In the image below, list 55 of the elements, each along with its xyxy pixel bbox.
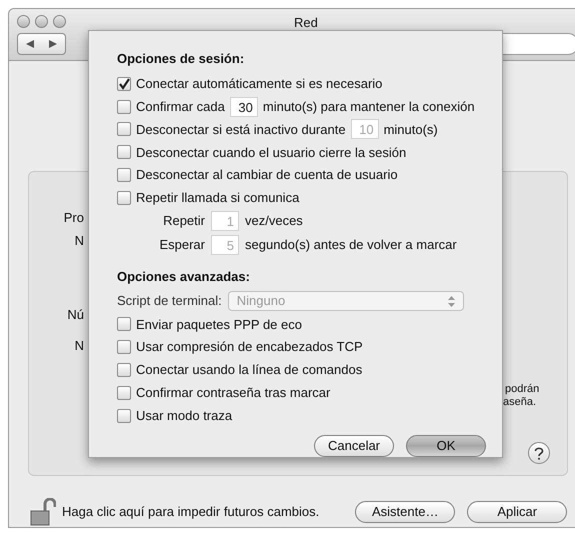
forward-arrow-icon[interactable] — [48, 40, 57, 48]
zoom-button[interactable] — [53, 14, 66, 28]
option-label: Conectar automáticamente si es necesario — [136, 75, 382, 94]
option-label: Enviar paquetes PPP de eco — [136, 316, 302, 334]
window-title: Red — [294, 14, 318, 32]
checkbox[interactable] — [117, 408, 131, 423]
open-lock-icon[interactable] — [30, 498, 56, 526]
partial-label: Nú — [67, 306, 84, 324]
option-label: Desconectar al cambiar de cuenta de usuario — [136, 166, 398, 184]
checkbox[interactable] — [117, 168, 131, 182]
checkbox[interactable] — [117, 122, 131, 136]
checkbox[interactable] — [117, 100, 131, 114]
option-label: Conectar usando la línea de comandos — [136, 361, 362, 380]
push-button[interactable]: Aplicar — [467, 501, 568, 523]
section-heading: Opciones de sesión: — [117, 50, 246, 68]
checkbox[interactable] — [117, 317, 131, 332]
unit-label: minuto(s) — [384, 120, 438, 139]
number-field[interactable]: 30 — [230, 96, 258, 117]
option-label: Confirmar cada — [136, 98, 225, 116]
partial-label: N — [74, 337, 84, 355]
lock-hint: Haga clic aquí para impedir futuros cambios. — [62, 503, 320, 522]
field-label: Script de terminal: — [117, 292, 222, 310]
unit-label: segundo(s) antes de volver a marcar — [245, 236, 457, 254]
checkbox[interactable] — [117, 362, 131, 377]
checkbox[interactable] — [117, 190, 131, 205]
unit-label: vez/veces — [245, 212, 303, 230]
option-label: Desconectar cuando el usuario cierre la sesión — [136, 144, 406, 162]
back-forward-control[interactable] — [17, 33, 66, 55]
close-button[interactable] — [17, 14, 30, 28]
minimize-button[interactable] — [35, 14, 48, 28]
option-label: Usar modo traza — [136, 406, 232, 425]
option-label: Confirmar contraseña tras marcar — [136, 384, 330, 402]
unit-label: minuto(s) para mantener la conexión — [262, 98, 475, 116]
option-label: Repetir llamada si comunica — [136, 189, 300, 208]
push-button[interactable]: Asistente… — [355, 501, 456, 523]
option-label: Usar compresión de encabezados TCP — [136, 338, 363, 356]
section-heading: Opciones avanzadas: — [117, 268, 251, 286]
partial-label: N — [74, 232, 84, 250]
option-label: Desconectar si está inactivo durante — [136, 120, 346, 139]
field-label: Esperar — [158, 236, 205, 254]
partial-label: Pro — [64, 209, 84, 227]
partial-text: aseña. — [503, 395, 536, 410]
help-icon[interactable] — [534, 446, 544, 460]
back-arrow-icon[interactable] — [26, 40, 34, 48]
help-button[interactable] — [528, 442, 550, 464]
partial-text: podrán — [505, 382, 540, 397]
field-label: Repetir — [162, 212, 205, 230]
checkbox[interactable] — [117, 145, 131, 160]
push-button[interactable]: OK — [406, 434, 486, 457]
stepper-arrows-icon — [448, 296, 455, 307]
push-button[interactable]: Cancelar — [314, 434, 394, 457]
checkmark-icon — [118, 78, 130, 90]
checkbox[interactable] — [117, 386, 131, 400]
checkbox[interactable] — [117, 76, 131, 91]
checkbox[interactable] — [117, 340, 131, 354]
